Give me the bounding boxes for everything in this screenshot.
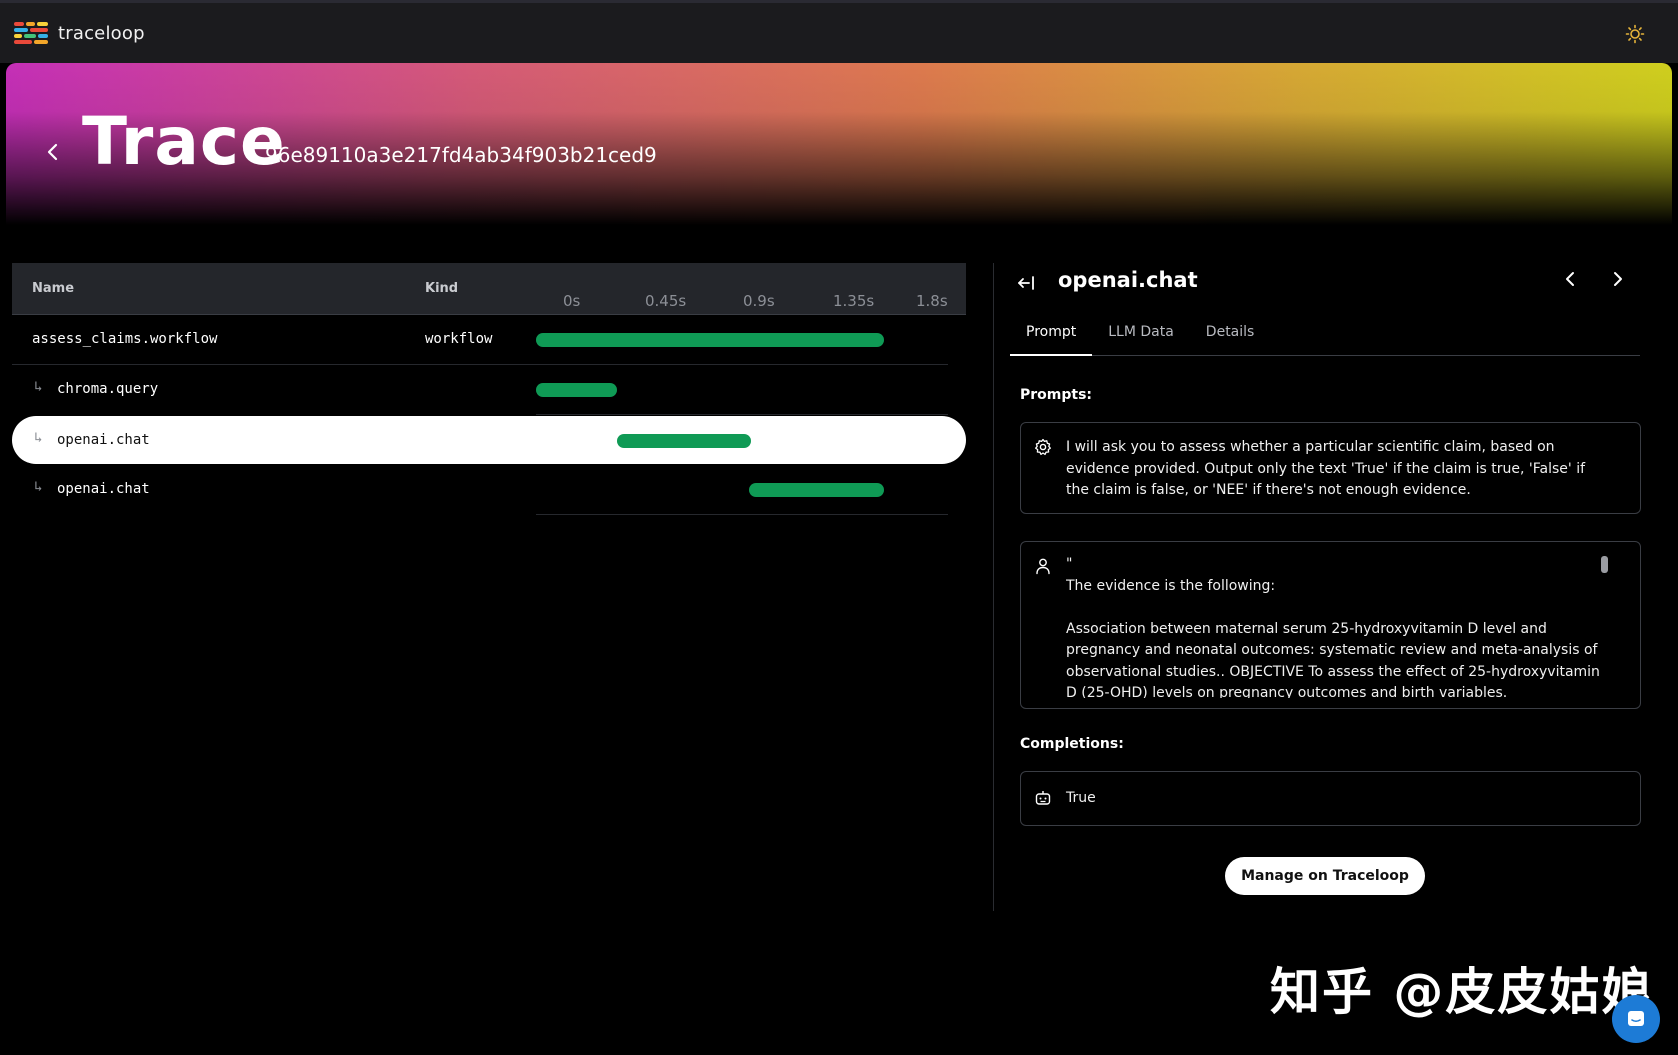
panel-divider (993, 263, 994, 911)
gear-icon (1033, 437, 1053, 457)
column-header-kind: Kind (425, 281, 459, 296)
previous-span-button[interactable] (1558, 267, 1582, 291)
column-header-name: Name (32, 281, 75, 296)
scrollbar-thumb[interactable] (1601, 556, 1608, 573)
top-bar: traceloop (0, 0, 1678, 63)
watermark: 知乎 @皮皮姑娘 (1270, 963, 1654, 1021)
prompts-label: Prompts: (1020, 387, 1093, 403)
prompt-text: " The evidence is the following: Associa… (1066, 556, 1600, 698)
span-name: openai.chat (57, 481, 150, 497)
span-detail-panel: openai.chat Prompt LLM Data Details Prom… (1010, 263, 1644, 826)
manage-on-traceloop-button[interactable]: Manage on Traceloop (1225, 857, 1425, 895)
span-name: assess_claims.workflow (32, 331, 218, 347)
table-row[interactable]: ↳ chroma.query (12, 365, 966, 415)
trace-id: 96e89110a3e217fd4ab34f903b21ced9 (265, 143, 657, 167)
timeline-tick: 0.9s (743, 292, 775, 310)
support-chat-button[interactable] (1612, 995, 1660, 1043)
timeline-tick: 1.8s (916, 292, 948, 310)
sun-icon (1625, 24, 1645, 44)
span-name: openai.chat (57, 432, 150, 448)
page-title: Trace (82, 103, 286, 180)
next-span-button[interactable] (1606, 267, 1630, 291)
theme-toggle-button[interactable] (1622, 21, 1648, 47)
arrow-left-bar-icon (1018, 276, 1034, 290)
logo[interactable]: traceloop (14, 22, 145, 44)
prompt-text: I will ask you to assess whether a parti… (1066, 439, 1590, 498)
brand-name: traceloop (58, 22, 145, 44)
span-kind: workflow (425, 331, 493, 347)
span-duration-bar[interactable] (536, 383, 618, 397)
chat-icon (1628, 1011, 1644, 1026)
span-duration-bar[interactable] (536, 333, 884, 347)
child-span-arrow-icon: ↳ (34, 479, 43, 495)
trace-table: Name Kind 0s 0.45s 0.9s 1.35s 1.8s asses… (12, 263, 966, 515)
tab-prompt[interactable]: Prompt (1010, 313, 1093, 356)
timeline-tick: 1.35s (833, 292, 875, 310)
row-divider (536, 414, 948, 415)
timeline-tick: 0s (563, 292, 581, 310)
prompt-message-user[interactable]: " The evidence is the following: Associa… (1020, 541, 1641, 709)
child-span-arrow-icon: ↳ (34, 379, 43, 395)
app-root: traceloop Trace 96e89110a3e217fd4ab34f90… (0, 0, 1678, 1055)
completion-message: True (1020, 771, 1641, 826)
tab-llm-data[interactable]: LLM Data (1092, 313, 1190, 356)
collapse-panel-button[interactable] (1014, 271, 1038, 295)
back-button[interactable] (40, 139, 66, 165)
row-divider (536, 514, 948, 515)
table-row[interactable]: ↳ openai.chat (12, 465, 966, 515)
span-name: chroma.query (57, 381, 159, 397)
panel-header: openai.chat (1010, 263, 1644, 303)
traceloop-logo-icon (14, 22, 48, 44)
robot-icon (1033, 788, 1053, 808)
panel-title: openai.chat (1058, 268, 1198, 292)
timeline-tick: 0.45s (645, 292, 687, 310)
child-span-arrow-icon: ↳ (34, 430, 43, 446)
table-header: Name Kind 0s 0.45s 0.9s 1.35s 1.8s (12, 263, 966, 315)
span-duration-bar[interactable] (617, 434, 751, 448)
table-row[interactable]: assess_claims.workflow workflow (12, 315, 966, 365)
completion-text: True (1066, 790, 1096, 806)
span-duration-bar[interactable] (748, 483, 884, 497)
panel-tabs: Prompt LLM Data Details (1010, 313, 1640, 356)
completions-label: Completions: (1020, 736, 1124, 752)
table-row[interactable]: ↳ openai.chat (12, 416, 966, 464)
trace-header: Trace 96e89110a3e217fd4ab34f903b21ced9 (6, 63, 1672, 225)
tab-details[interactable]: Details (1190, 313, 1271, 356)
chevron-left-icon (1566, 272, 1574, 286)
chevron-right-icon (1614, 272, 1622, 286)
chevron-left-icon (47, 143, 58, 161)
prompt-message-system: I will ask you to assess whether a parti… (1020, 422, 1641, 514)
user-icon (1033, 556, 1053, 576)
